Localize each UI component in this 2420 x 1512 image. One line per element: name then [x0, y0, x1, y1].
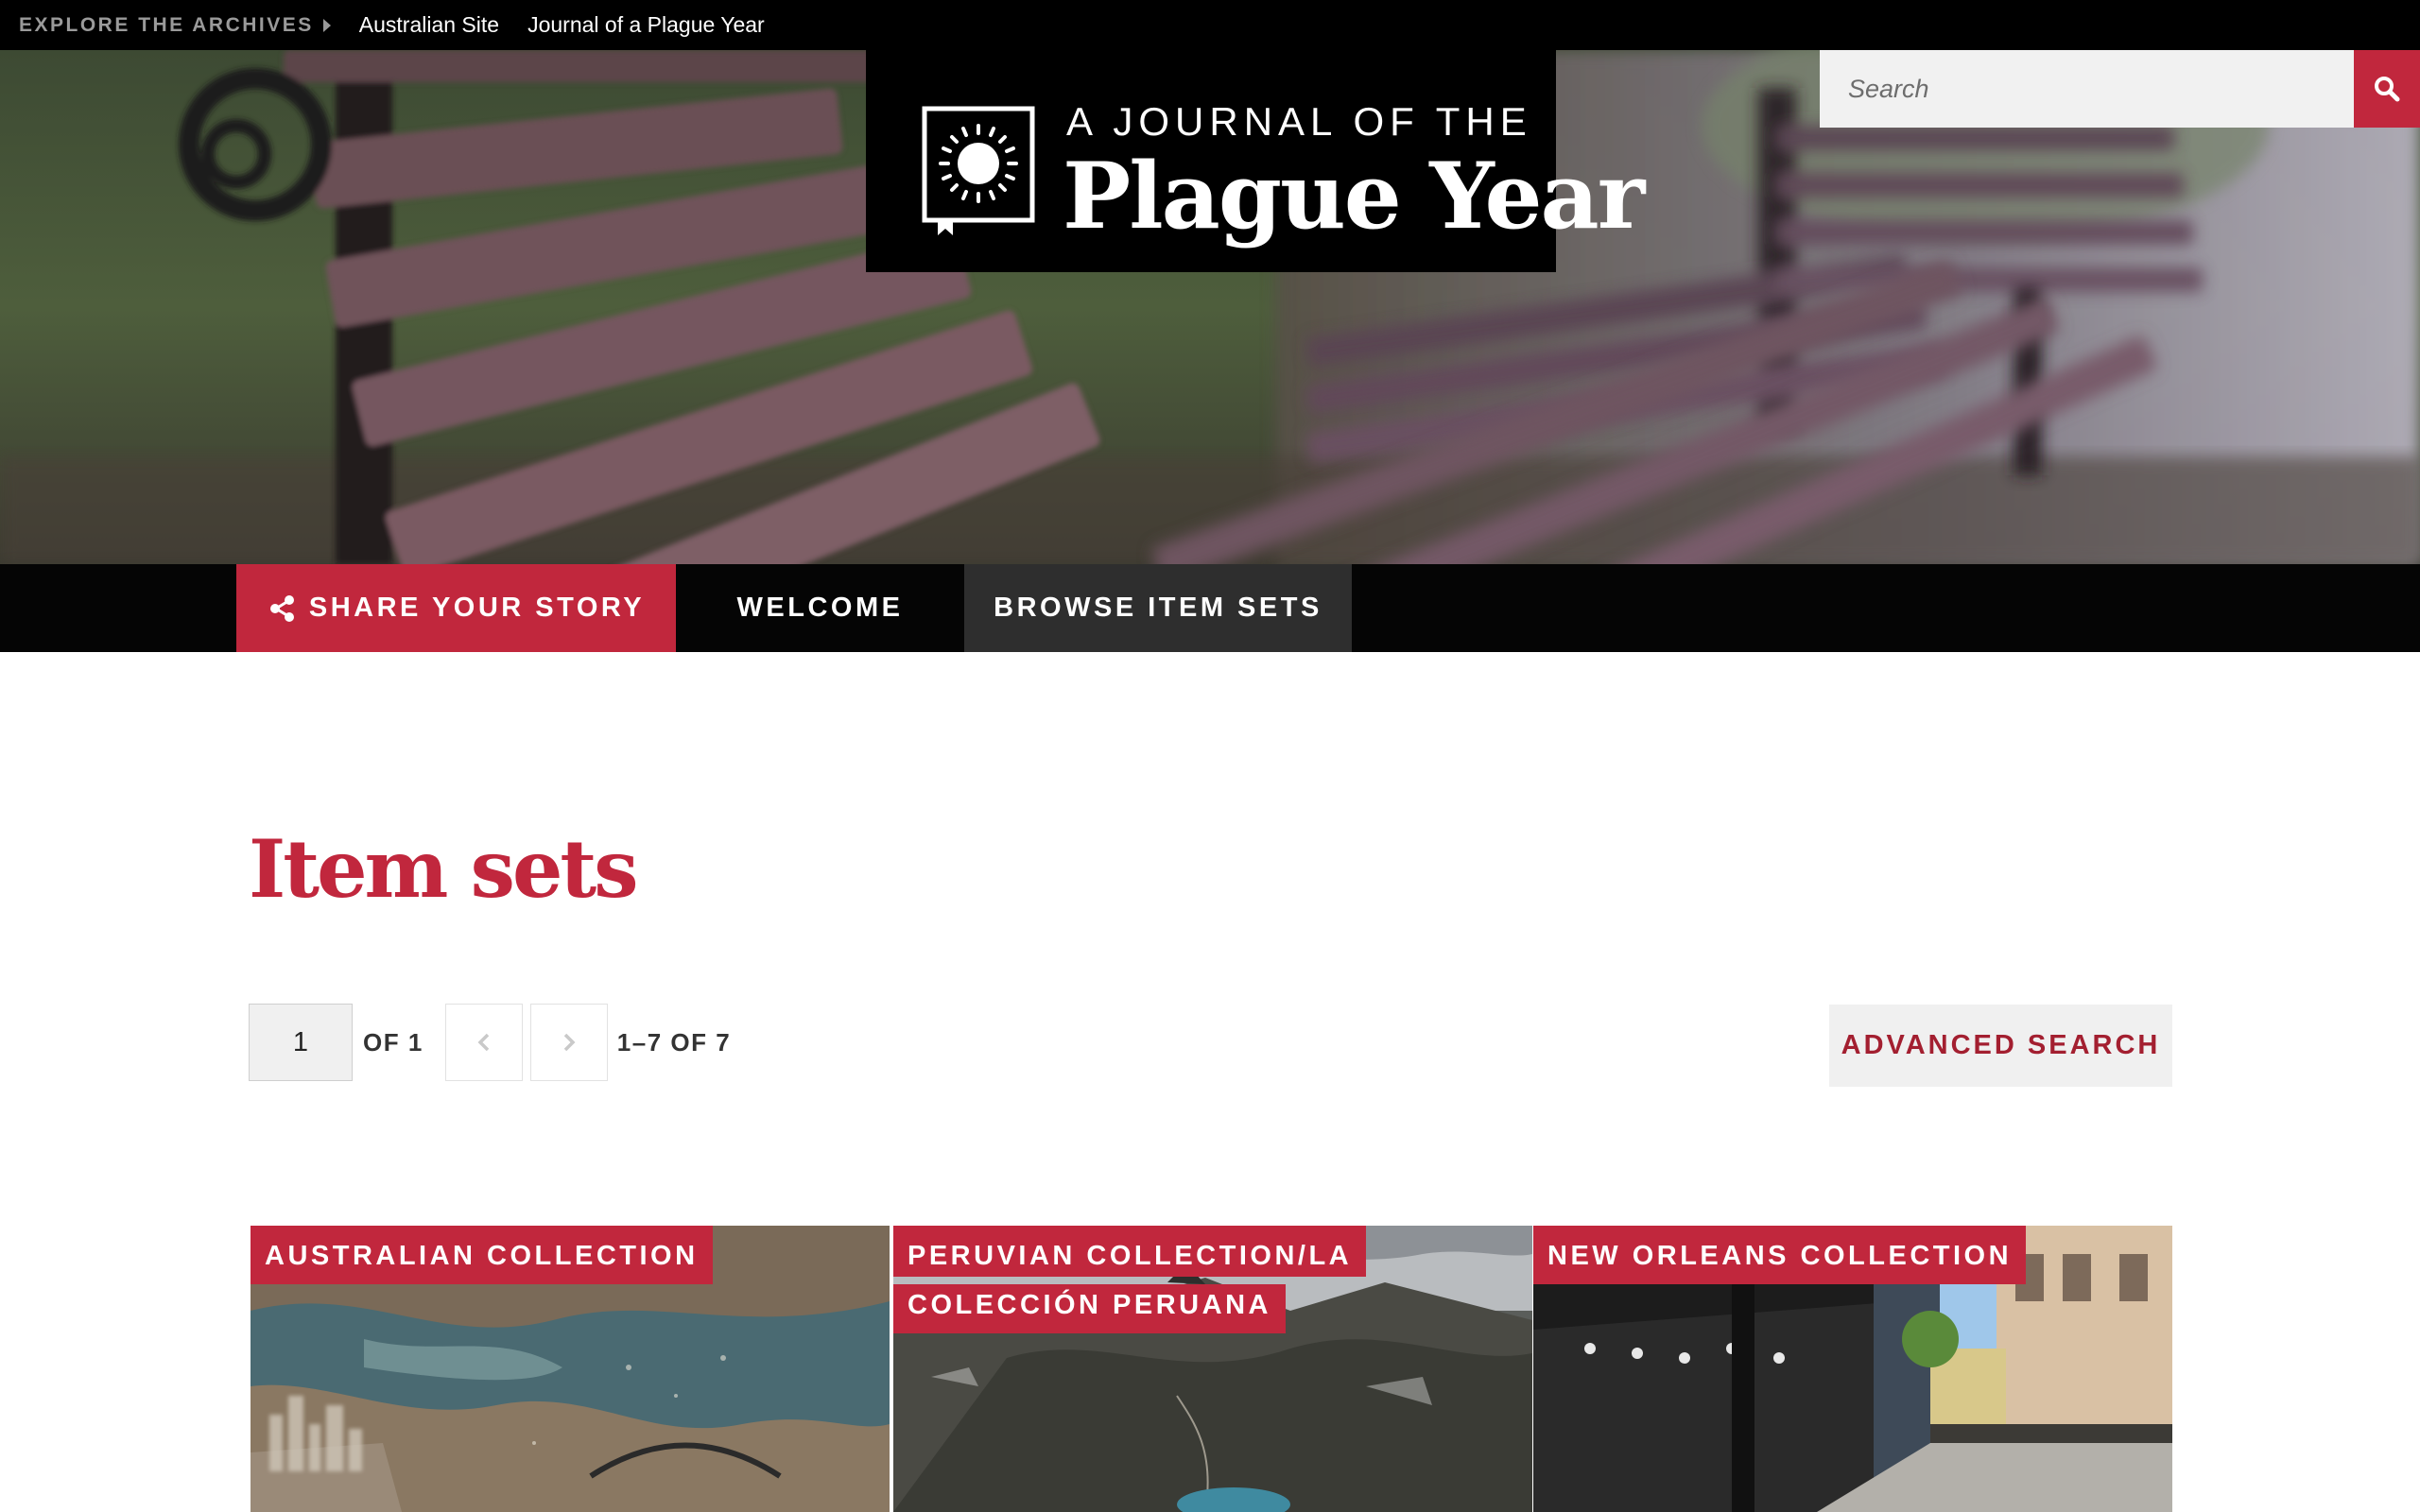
search-button[interactable] — [2354, 50, 2420, 128]
chevron-right-icon — [563, 1033, 576, 1052]
advanced-search-button[interactable]: ADVANCED SEARCH — [1829, 1005, 2172, 1087]
journal-plague-year-link[interactable]: Journal of a Plague Year — [527, 12, 765, 38]
page-number-input[interactable] — [249, 1004, 353, 1081]
top-utility-bar: EXPLORE THE ARCHIVES Australian Site Jou… — [0, 0, 2420, 50]
previous-page-button[interactable] — [444, 1004, 523, 1081]
explore-archives-menu[interactable]: EXPLORE THE ARCHIVES — [19, 14, 331, 37]
result-range-text: 1–7 OF 7 — [616, 1027, 732, 1057]
main-navigation: SHARE YOUR STORY WELCOME BROWSE ITEM SET… — [0, 564, 2420, 652]
item-set-title-continued[interactable]: COLECCIÓN PERUANA — [893, 1284, 1286, 1333]
explore-archives-label: EXPLORE THE ARCHIVES — [19, 13, 314, 36]
search-form — [1820, 50, 2420, 128]
australian-site-link[interactable]: Australian Site — [359, 12, 499, 38]
nav-welcome[interactable]: WELCOME — [676, 564, 964, 652]
item-set-card-peruvian[interactable]: PERUVIAN COLLECTION/LA COLECCIÓN PERUANA — [893, 1226, 1532, 1512]
nav-browse-label: BROWSE ITEM SETS — [994, 593, 1322, 623]
nav-browse-item-sets[interactable]: BROWSE ITEM SETS — [964, 564, 1352, 652]
nav-share-your-story[interactable]: SHARE YOUR STORY — [236, 564, 676, 652]
item-set-title-text: NEW ORLEANS COLLECTION — [1547, 1241, 2013, 1271]
item-set-title[interactable]: NEW ORLEANS COLLECTION — [1533, 1226, 2027, 1284]
logo-big-text: Plague Year — [1063, 143, 1645, 249]
nav-welcome-label: WELCOME — [736, 593, 904, 623]
page-title: Item sets — [249, 822, 638, 916]
next-page-button[interactable] — [529, 1004, 608, 1081]
search-icon — [2375, 77, 2400, 102]
search-input[interactable] — [1820, 50, 2354, 128]
item-set-title-text: AUSTRALIAN COLLECTION — [265, 1241, 699, 1271]
nav-share-label: SHARE YOUR STORY — [308, 593, 646, 623]
logo-small-text: A JOURNAL OF THE — [1066, 99, 1532, 144]
item-set-card-australian[interactable]: AUSTRALIAN COLLECTION — [251, 1226, 890, 1512]
caret-right-icon — [322, 18, 331, 32]
book-sun-logo-icon — [922, 106, 1035, 235]
pagination: OF 1 1–7 OF 7 — [249, 1004, 731, 1081]
item-set-title[interactable]: PERUVIAN COLLECTION/LA — [893, 1226, 1367, 1277]
item-set-title-text: PERUVIAN COLLECTION/LA — [908, 1241, 1353, 1271]
item-set-title-text-line2: COLECCIÓN PERUANA — [908, 1290, 1271, 1320]
site-logo[interactable]: A JOURNAL OF THE Plague Year — [866, 50, 1645, 272]
item-set-title[interactable]: AUSTRALIAN COLLECTION — [251, 1226, 713, 1284]
page-total-text: OF 1 — [363, 1027, 424, 1057]
chevron-left-icon — [477, 1033, 490, 1052]
item-set-card-new-orleans[interactable]: NEW ORLEANS COLLECTION — [1533, 1226, 2172, 1512]
share-icon — [269, 594, 294, 622]
